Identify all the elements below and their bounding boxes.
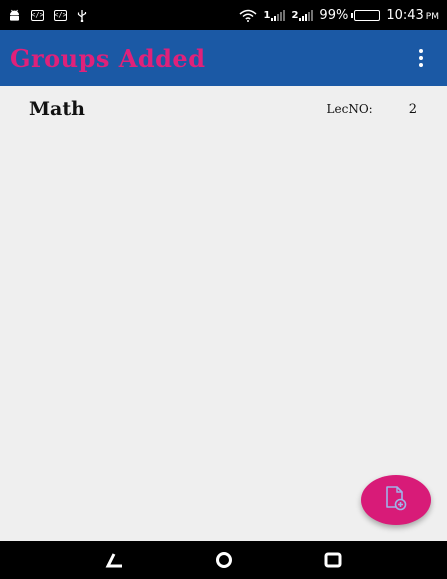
- status-time: 10:43 PM: [386, 7, 439, 23]
- usb-icon: [77, 9, 87, 22]
- app-bar: Groups Added: [0, 30, 447, 86]
- android-icon: [8, 9, 21, 22]
- battery-percent: 99%: [319, 7, 349, 23]
- recents-icon[interactable]: [318, 545, 348, 575]
- back-icon[interactable]: [100, 545, 130, 575]
- home-icon[interactable]: [209, 545, 239, 575]
- status-bar: </> </> 1 2 99% 10:43 PM: [0, 0, 447, 30]
- lecture-number-value: 2: [408, 101, 417, 117]
- battery-icon: [351, 9, 381, 21]
- add-group-button[interactable]: [361, 475, 431, 525]
- lecture-number-label: LecNO:: [326, 102, 373, 116]
- navigation-bar: [0, 541, 447, 579]
- status-icons-right: 1 2 99% 10:43 PM: [239, 8, 439, 23]
- list-item[interactable]: Math LecNO: 2: [0, 86, 447, 132]
- code-icon: </>: [54, 9, 67, 21]
- code-icon: </>: [31, 9, 44, 21]
- group-list: Math LecNO: 2: [0, 86, 447, 132]
- wifi-icon: [239, 9, 257, 22]
- status-icons-left: </> </>: [8, 9, 87, 22]
- app-title: Groups Added: [10, 43, 206, 73]
- group-name: Math: [29, 98, 85, 120]
- overflow-menu-icon[interactable]: [413, 43, 429, 73]
- sim1-signal-icon: 1: [263, 9, 286, 21]
- add-file-icon: [384, 485, 408, 515]
- sim2-signal-icon: 2: [291, 9, 314, 21]
